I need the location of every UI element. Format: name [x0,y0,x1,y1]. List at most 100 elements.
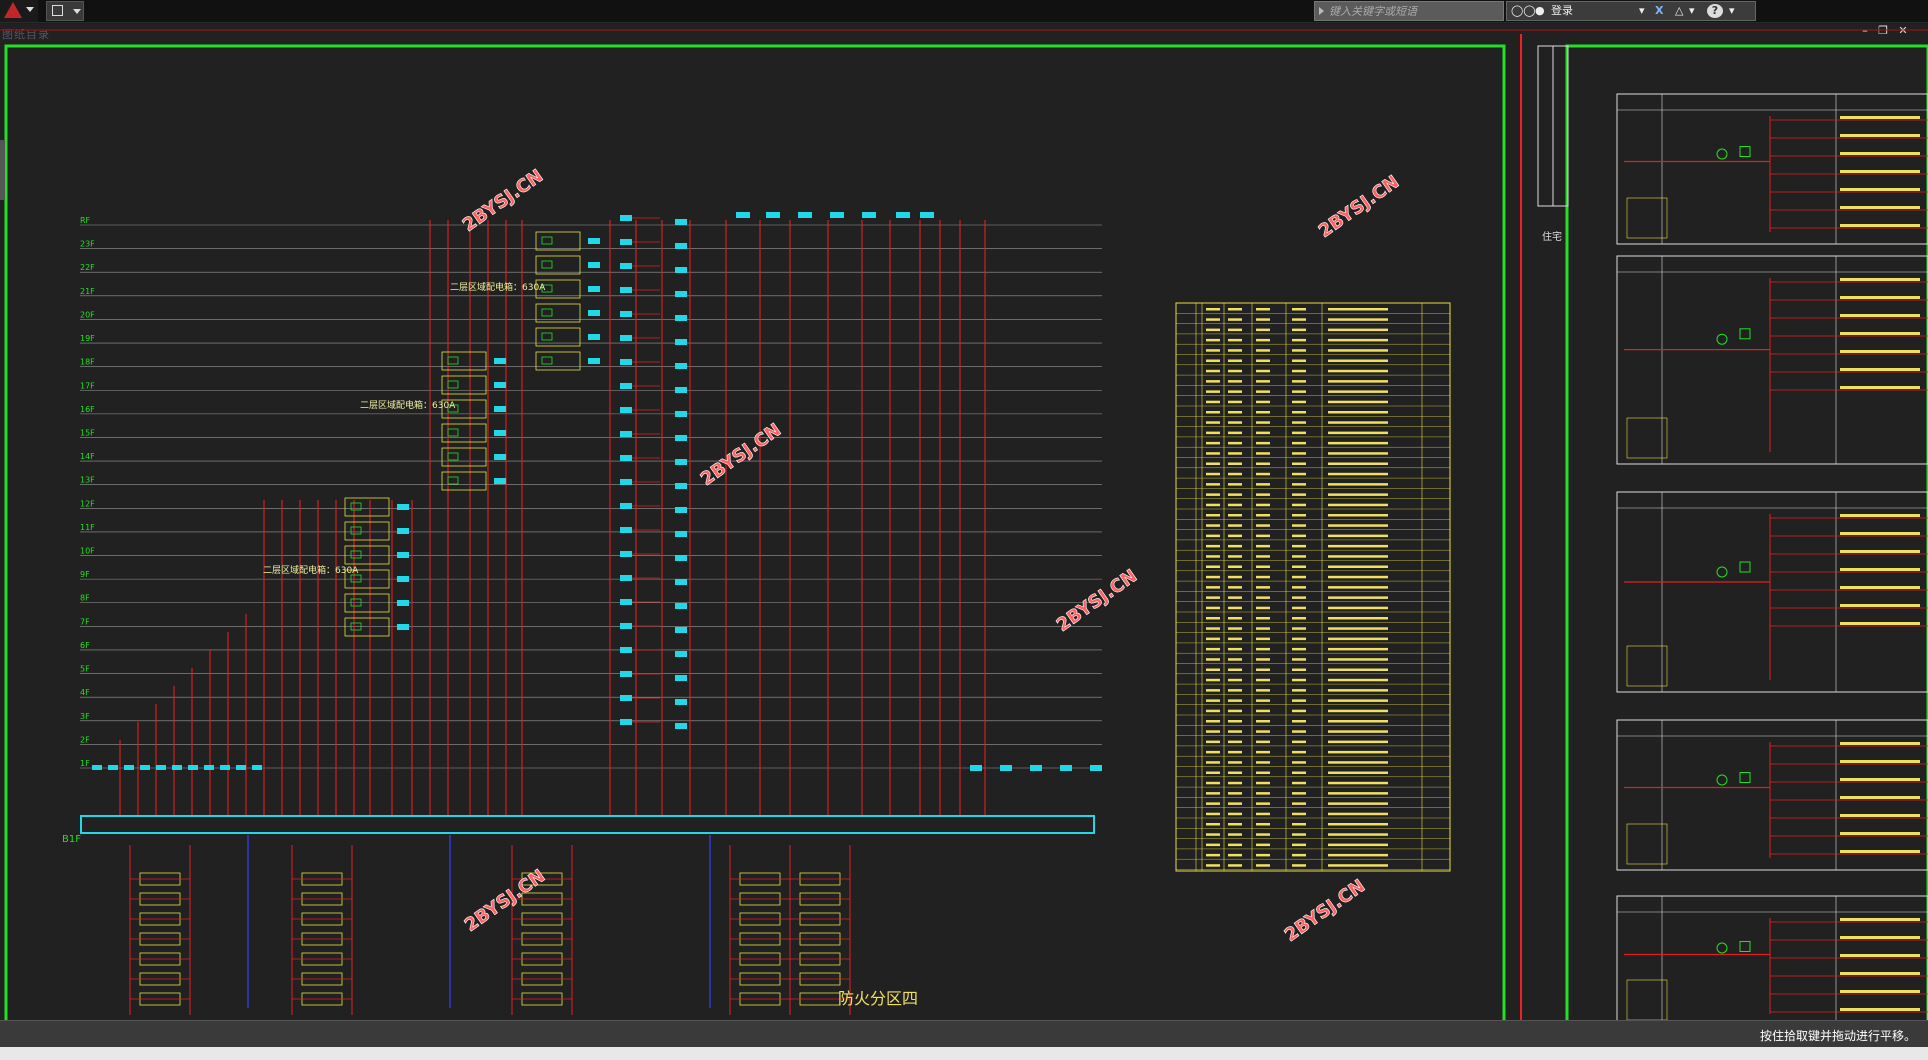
floor-grid: RF 23F 22F 21F 20F 19F 18F 17F 16F 15F 14F 13F 12F 11… [80,216,1102,769]
table-cell-text [1206,483,1220,486]
table-cell-text [1292,647,1306,651]
table-cell-text [1292,761,1306,764]
table-cell-text [1206,750,1220,754]
table-cell-text [1228,709,1242,713]
table-cell-text [1206,853,1220,857]
device-symbol [1716,148,1728,160]
edge-toolbar[interactable] [0,140,5,200]
table-cell-text [1292,689,1306,692]
breaker-symbol [541,260,553,269]
meter-symbol [862,212,876,218]
table-cell-text [1328,843,1388,847]
table-cell-text [1206,400,1220,404]
table-cell-text [1228,338,1242,342]
login-label[interactable]: 登录 [1551,4,1573,18]
table-cell-text [1328,503,1388,507]
meter-symbol [220,765,230,770]
circuit-text [1840,206,1920,209]
table-cell-text [1328,812,1388,816]
chevron-down-icon[interactable]: ▾ [1639,4,1645,18]
table-cell-text [1206,472,1220,476]
table-cell-text [1256,709,1270,713]
table-cell-text [1228,462,1242,465]
table-cell-text [1206,606,1220,610]
table-cell-text [1328,338,1388,342]
meter-symbol [494,406,506,412]
meter-symbol [252,765,262,770]
box-note: 二层区域配电箱：630A [360,399,456,411]
triangle-tools-icon[interactable]: △ [1675,4,1683,18]
meter-symbol [620,503,632,509]
table-cell-text [1228,328,1242,332]
quick-access-button[interactable] [46,1,84,21]
circuit-text [1840,314,1920,317]
table-cell-text [1328,627,1388,630]
meter-symbol [675,507,687,513]
meter-symbol [675,723,687,729]
table-cell-text [1256,441,1270,445]
status-bar: 按住拾取键并拖动进行平移。 [0,1020,1928,1047]
table-cell-text [1328,359,1388,362]
circuit-text [1840,918,1920,921]
meter-symbol [1030,765,1042,771]
meter-symbol [188,765,198,770]
chevron-down-icon[interactable]: ▾ [1689,4,1695,18]
binoculars-icon[interactable]: ◯◯ [1511,4,1536,18]
circuit-text [1840,760,1920,763]
meter-symbol [675,603,687,609]
meter-symbol [620,335,632,341]
table-cell-text [1292,740,1306,744]
table-cell-text [1206,617,1220,620]
table-cell-text [1228,627,1242,630]
table-cell-text [1328,349,1388,352]
table-cell-text [1292,349,1306,352]
user-icon[interactable]: ● [1535,4,1545,18]
table-cell-text [1228,575,1242,579]
table-cell-text [1228,524,1242,527]
table-cell-text [1206,709,1220,713]
table-cell-text [1292,637,1306,641]
chevron-down-icon[interactable]: ▾ [1729,4,1735,18]
expand-arrow-icon[interactable] [1319,7,1324,15]
table-cell-text [1256,462,1270,465]
floor-label: 2F [80,735,90,744]
circuit-text [1840,152,1920,155]
meter-symbol [1000,765,1012,771]
table-cell-text [1206,349,1220,352]
panel-box [535,255,581,275]
meter-symbol [675,243,687,249]
panel-box [344,497,390,517]
meter-symbol [675,339,687,345]
table-cell-text [1292,524,1306,527]
breaker-symbol [541,332,553,341]
meter-symbol [675,579,687,585]
help-search-box[interactable] [1314,1,1504,21]
table-cell-text [1228,771,1242,774]
help-icon[interactable]: ? [1707,4,1723,18]
search-input[interactable] [1329,3,1499,19]
meter-symbol [675,699,687,705]
table-cell-text [1292,400,1306,404]
breaker-symbol [350,550,362,559]
table-cell-text [1228,637,1242,641]
table-cell-text [1206,781,1220,785]
table-cell-text [1206,792,1220,795]
drawing-canvas[interactable]: 住宅 RF 23F 22F 21F 20F 19F 18F 17F 16F 15F 14F 13F 12… [0,24,1928,1020]
table-cell-text [1328,802,1388,805]
table-cell-text [1228,658,1242,661]
meter-symbol [397,624,409,630]
panel-frame [1616,491,1928,693]
table-cell-text [1292,627,1306,630]
table-cell-text [1206,740,1220,744]
calc-box [1626,417,1668,459]
device-symbol [1716,942,1728,954]
exchange-icon[interactable]: X [1655,4,1663,18]
application-menu-button[interactable] [0,0,38,22]
table-cell-text [1292,421,1306,424]
meter-symbol [620,575,632,581]
table-cell-text [1228,802,1242,805]
meter-symbol [675,651,687,657]
distribution-groups [129,835,851,1015]
meter-symbol [675,291,687,297]
floor-label: 4F [80,688,90,697]
